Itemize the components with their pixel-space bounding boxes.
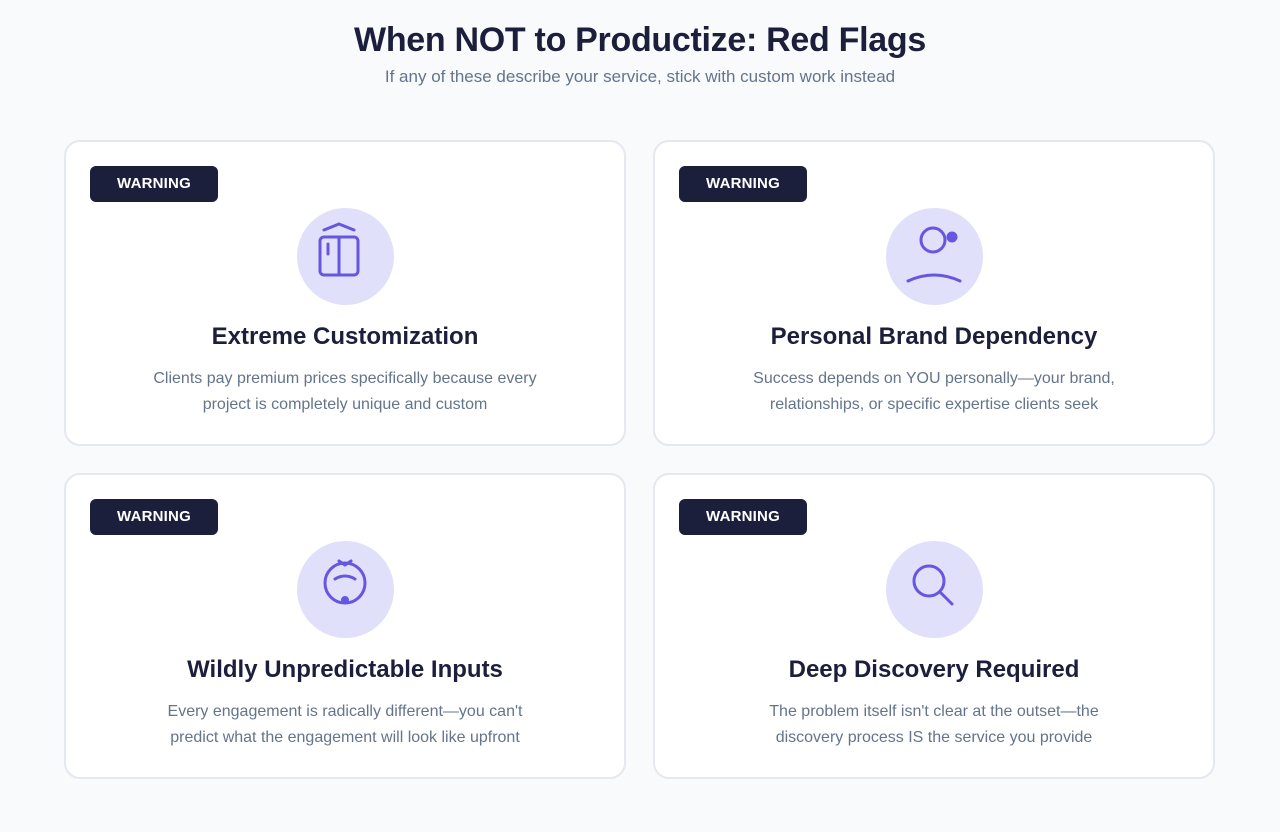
card-title: Deep Discovery Required	[788, 656, 1080, 683]
red-flag-card-extreme-customization: WARNING Extreme Customization Clients pa…	[64, 140, 626, 446]
search-icon	[912, 564, 954, 606]
user-icon	[906, 226, 962, 283]
warning-badge: WARNING	[679, 166, 807, 202]
card-description: Clients pay premium prices specifically …	[153, 370, 537, 413]
red-flag-card-unpredictable-inputs: WARNING Wildly Unpredictable Inputs Ever…	[64, 473, 626, 779]
header: When NOT to Productize: Red Flags If any…	[0, 18, 1280, 89]
book-icon	[318, 222, 360, 277]
page: When NOT to Productize: Red Flags If any…	[0, 0, 1280, 832]
red-flag-card-deep-discovery: WARNING Deep Discovery Required The prob…	[653, 473, 1215, 779]
icon-circle	[297, 541, 394, 638]
warning-badge: WARNING	[90, 166, 218, 202]
red-flag-card-personal-brand: WARNING Personal Brand Dependency Succes…	[653, 140, 1215, 446]
page-title: When NOT to Productize: Red Flags	[354, 21, 926, 59]
page-subtitle: If any of these describe your service, s…	[384, 67, 896, 86]
card-title: Wildly Unpredictable Inputs	[187, 656, 503, 683]
warning-badge: WARNING	[679, 499, 807, 535]
icon-circle	[886, 541, 983, 638]
card-title: Personal Brand Dependency	[770, 323, 1098, 350]
warning-badge: WARNING	[90, 499, 218, 535]
card-title: Extreme Customization	[211, 323, 479, 350]
card-description: Success depends on YOU personally—your b…	[753, 370, 1115, 413]
unpredictable-icon	[323, 559, 367, 605]
card-description: The problem itself isn't clear at the ou…	[769, 703, 1099, 746]
icon-circle	[297, 208, 394, 305]
icon-circle	[886, 208, 983, 305]
card-description: Every engagement is radically different—…	[167, 703, 523, 746]
